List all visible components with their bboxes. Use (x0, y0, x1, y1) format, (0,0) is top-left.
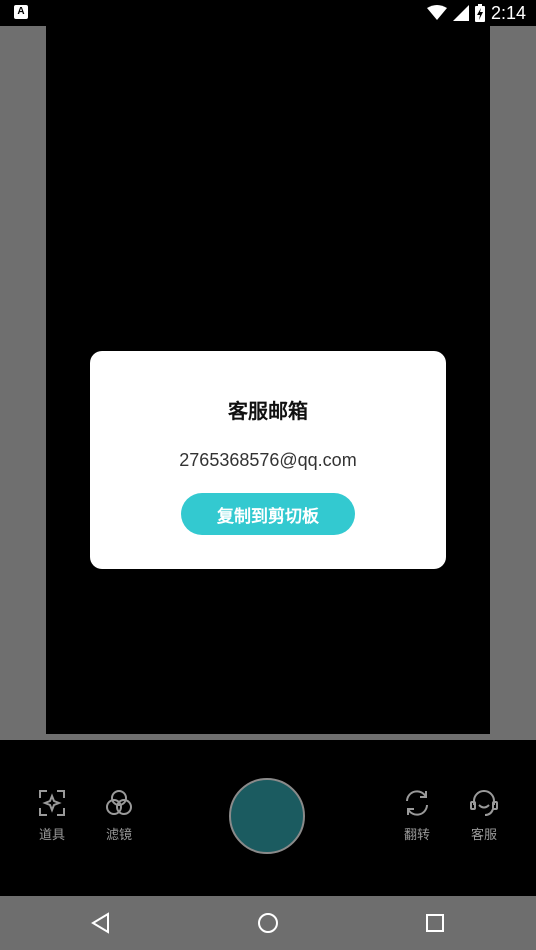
back-icon[interactable] (86, 908, 116, 938)
dialog-email: 2765368576@qq.com (179, 450, 357, 470)
recents-icon[interactable] (420, 908, 450, 938)
system-navigation-bar (0, 896, 536, 950)
wifi-icon (426, 5, 447, 20)
tool-filter[interactable]: 滤镜 (94, 788, 144, 843)
filter-icon (106, 790, 132, 815)
status-right-group: 2:14 (426, 0, 526, 26)
home-icon[interactable] (253, 908, 283, 938)
shutter-button[interactable] (229, 778, 305, 854)
tool-props-label: 道具 (38, 828, 65, 843)
copy-to-clipboard-button[interactable]: 复制到剪切板 (181, 493, 355, 535)
tool-flip-label: 翻转 (403, 828, 430, 843)
battery-icon (474, 4, 485, 22)
customer-service-icon (470, 790, 498, 816)
tool-props[interactable]: 道具 (27, 788, 77, 843)
app-notification-icon: A (14, 5, 28, 19)
tool-flip[interactable]: 翻转 (392, 788, 442, 843)
cell-signal-icon (452, 5, 469, 21)
tool-customer-service-label: 客服 (470, 828, 497, 843)
status-time: 2:14 (490, 2, 526, 23)
tool-filter-label: 滤镜 (105, 828, 132, 843)
dialog-title: 客服邮箱 (228, 399, 308, 423)
app-screen: A 2:14 客服邮箱 2765368576@qq.com 复制到剪切板 道具 … (0, 0, 536, 950)
customer-email-dialog: 客服邮箱 2765368576@qq.com 复制到剪切板 (90, 351, 446, 569)
tool-customer-service[interactable]: 客服 (459, 788, 509, 843)
props-icon (39, 790, 65, 816)
status-bar: A 2:14 (0, 0, 536, 26)
flip-camera-icon (406, 790, 428, 816)
